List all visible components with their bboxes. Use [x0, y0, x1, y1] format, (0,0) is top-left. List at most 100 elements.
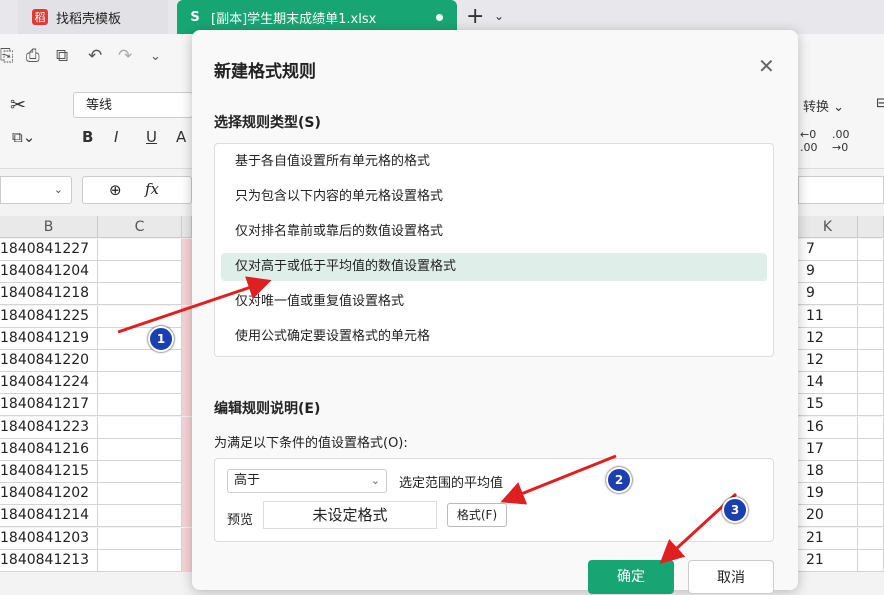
cell-l[interactable] — [858, 394, 884, 417]
bold-button[interactable]: B — [82, 128, 93, 146]
ribbon-edge-icon[interactable]: ⊟ — [876, 96, 884, 111]
cell-l[interactable] — [858, 438, 884, 461]
cell-l[interactable] — [858, 261, 884, 284]
underline-button[interactable]: U — [146, 128, 157, 146]
ok-button[interactable]: 确定 — [588, 560, 674, 594]
cell-c[interactable] — [98, 372, 182, 395]
cell-k[interactable]: 14 — [798, 372, 858, 395]
rule-item[interactable]: 仅对唯一值或重复值设置格式 — [221, 288, 767, 316]
cell-l[interactable] — [858, 305, 884, 328]
cell-l[interactable] — [858, 283, 884, 306]
convert-button[interactable]: 转换 ⌄ — [803, 96, 844, 115]
italic-button[interactable]: I — [114, 128, 118, 146]
cell-l[interactable] — [858, 483, 884, 506]
cell-k[interactable]: 19 — [798, 483, 858, 506]
cell-c[interactable] — [98, 283, 182, 306]
cell-b[interactable]: 1840841217 — [0, 394, 98, 417]
cell-l[interactable] — [858, 239, 884, 261]
save-icon[interactable]: ⎘ — [0, 46, 14, 66]
print-preview-icon[interactable]: ⧉ — [56, 46, 68, 66]
cell-k[interactable]: 9 — [798, 283, 858, 306]
tab-docer-templates[interactable]: 稻 找稻壳模板 — [18, 0, 168, 34]
column-header-c[interactable]: C — [98, 216, 182, 238]
cell-l[interactable] — [858, 372, 884, 395]
cell-c[interactable] — [98, 305, 182, 328]
rule-item[interactable]: 仅对排名靠前或靠后的数值设置格式 — [221, 218, 767, 246]
cell-b[interactable]: 1840841213 — [0, 549, 98, 572]
cell-b[interactable]: 1840841219 — [0, 327, 98, 350]
cell-k[interactable]: 20 — [798, 505, 858, 528]
cell-l[interactable] — [858, 416, 884, 439]
rule-item[interactable]: 只为包含以下内容的单元格设置格式 — [221, 183, 767, 211]
cell-b[interactable]: 1840841220 — [0, 350, 98, 372]
cell-b[interactable]: 1840841227 — [0, 239, 98, 261]
column-header-b[interactable]: B — [0, 216, 98, 238]
undo-icon[interactable]: ↶ — [88, 46, 102, 66]
cell-b[interactable]: 1840841218 — [0, 283, 98, 306]
cell-d-highlight[interactable] — [182, 394, 192, 417]
fx-icon[interactable]: fx — [145, 180, 159, 198]
tab-list-chevron-icon[interactable]: ⌄ — [494, 9, 504, 23]
cell-c[interactable] — [98, 394, 182, 417]
cancel-button[interactable]: 取消 — [688, 560, 774, 594]
cell-k[interactable]: 9 — [798, 261, 858, 284]
cell-c[interactable] — [98, 461, 182, 483]
cell-l[interactable] — [858, 527, 884, 550]
cell-k[interactable]: 17 — [798, 438, 858, 461]
cell-c[interactable] — [98, 549, 182, 572]
cell-b[interactable]: 1840841225 — [0, 305, 98, 328]
column-header-k[interactable]: K — [798, 216, 858, 238]
increase-decimal-icon[interactable]: .00 →0 — [832, 128, 850, 154]
cell-l[interactable] — [858, 461, 884, 483]
rule-item[interactable]: 使用公式确定要设置格式的单元格 — [221, 323, 767, 351]
cell-d-highlight[interactable] — [182, 416, 192, 439]
formula-controls[interactable]: ⊕ fx — [82, 176, 192, 204]
format-button[interactable]: 格式(F) — [447, 503, 507, 527]
cell-k[interactable]: 12 — [798, 327, 858, 350]
cell-k[interactable]: 21 — [798, 549, 858, 572]
redo-icon[interactable]: ↷ — [118, 46, 132, 66]
rule-item-selected[interactable]: 仅对高于或低于平均值的数值设置格式 — [221, 253, 767, 281]
cell-d-highlight[interactable] — [182, 350, 192, 372]
tab-spreadsheet[interactable]: S [副本]学生期末成绩单1.xlsx — [177, 0, 457, 34]
cell-l[interactable] — [858, 350, 884, 372]
decrease-decimal-icon[interactable]: ←0.00 — [800, 128, 818, 154]
cell-l[interactable] — [858, 505, 884, 528]
cell-b[interactable]: 1840841224 — [0, 372, 98, 395]
cell-d-highlight[interactable] — [182, 461, 192, 483]
cell-c[interactable] — [98, 350, 182, 372]
font-name-select[interactable]: 等线 — [73, 92, 193, 118]
cell-b[interactable]: 1840841204 — [0, 261, 98, 284]
strikethrough-icon[interactable]: A — [176, 128, 186, 146]
cell-c[interactable] — [98, 483, 182, 506]
cell-d-highlight[interactable] — [182, 239, 192, 261]
cell-d-highlight[interactable] — [182, 483, 192, 506]
cell-c[interactable] — [98, 438, 182, 461]
cell-l[interactable] — [858, 327, 884, 350]
cell-k[interactable]: 16 — [798, 416, 858, 439]
print-icon[interactable]: ⎙ — [26, 46, 40, 66]
name-box[interactable]: ⌄ — [0, 176, 72, 204]
rule-item[interactable]: 基于各自值设置所有单元格的格式 — [221, 148, 767, 176]
cell-c[interactable] — [98, 505, 182, 528]
cell-d-highlight[interactable] — [182, 505, 192, 528]
cell-d-highlight[interactable] — [182, 527, 192, 550]
more-chevron-icon[interactable]: ⌄ — [150, 49, 161, 64]
column-header-l[interactable] — [858, 216, 884, 238]
cell-k[interactable]: 11 — [798, 305, 858, 328]
cut-icon[interactable]: ✂ — [10, 94, 26, 116]
copy-icon[interactable]: ⧉⌄ — [12, 128, 35, 146]
cell-b[interactable]: 1840841216 — [0, 438, 98, 461]
cell-d-highlight[interactable] — [182, 283, 192, 306]
cell-k[interactable]: 21 — [798, 527, 858, 550]
cell-b[interactable]: 1840841203 — [0, 527, 98, 550]
cell-k[interactable]: 7 — [798, 239, 858, 261]
cell-b[interactable]: 1840841223 — [0, 416, 98, 439]
cell-d-highlight[interactable] — [182, 549, 192, 572]
formula-input[interactable] — [798, 176, 884, 204]
cell-d-highlight[interactable] — [182, 305, 192, 328]
cell-b[interactable]: 1840841215 — [0, 461, 98, 483]
new-tab-plus-icon[interactable]: + — [466, 4, 484, 29]
cell-k[interactable]: 12 — [798, 350, 858, 372]
cell-b[interactable]: 1840841214 — [0, 505, 98, 528]
